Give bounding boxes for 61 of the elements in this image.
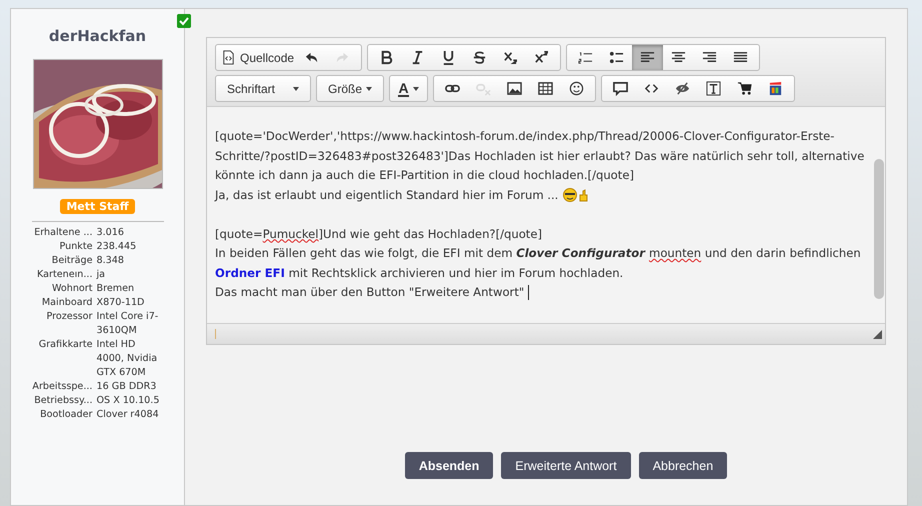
stat-value: Intel HD 4000, Nvidia GTX 670M xyxy=(96,338,158,380)
table-icon xyxy=(538,81,553,96)
user-badge: Mett Staff xyxy=(60,199,135,214)
stat-value: 238.445 xyxy=(96,240,138,254)
sub-icon xyxy=(503,50,518,65)
stat-label: Punkte xyxy=(58,240,92,254)
emoji-icon xyxy=(562,188,590,202)
quote-icon xyxy=(613,81,628,96)
justify-icon xyxy=(733,50,748,65)
center-icon xyxy=(671,50,686,65)
editor-text-line: [quote='DocWerder','https://www.hackintosh-forum.de/index.php/Thread/20006-Clover-Configurator-Erste-Schritte/?postID=326483#post326483']Das Hochladen ist hier erlaubt? Das wäre natürlich sehr toll, alternative könnte ich dann ja auch die EFI-Partition in die cloud hochladen.[/quote] xyxy=(215,128,865,184)
stat-label: Prozessor xyxy=(46,310,92,324)
editor-text-line: Ja, das ist erlaubt und eigentlich Standard hier im Forum ... xyxy=(215,186,865,205)
ol-icon xyxy=(578,50,594,65)
toolbar-button[interactable] xyxy=(632,45,664,70)
smiley-icon xyxy=(569,81,584,96)
scrollbar-thumb[interactable] xyxy=(874,159,884,299)
form-button[interactable]: Absenden xyxy=(404,452,494,479)
stat-value: Clover r4084 xyxy=(96,408,160,422)
dropdown-button[interactable]: Schriftart xyxy=(219,76,307,101)
tt-icon xyxy=(706,81,721,96)
stat-value: ja xyxy=(96,268,106,282)
source-icon xyxy=(221,50,236,65)
image-icon xyxy=(507,81,522,96)
form-button[interactable]: Abbrechen xyxy=(638,452,728,479)
dropdown-button[interactable]: Größe xyxy=(320,76,380,101)
editor-text-line: [quote=Pumuckel]Und wie geht das Hochladen?[/quote] xyxy=(215,226,543,242)
stat-value: X870-11D xyxy=(96,296,146,310)
stat-label: Mainboard xyxy=(40,296,92,310)
stat-label: Erhaltene ... xyxy=(33,226,92,240)
stat-label: Wohnort xyxy=(50,282,92,296)
stat-label: Beiträge xyxy=(50,254,92,268)
stat-value: 16 GB DDR3 xyxy=(96,380,158,394)
strike-icon xyxy=(472,50,488,65)
sup-icon xyxy=(534,50,550,65)
stat-value: 3.016 xyxy=(96,226,125,240)
form-button[interactable]: Erweiterte Antwort xyxy=(501,452,631,479)
editor-text-line: Das macht man über den Button "Erweitere Antwort" xyxy=(215,283,865,302)
stat-value: Intel Core i7-3610QM xyxy=(96,310,160,338)
font-color-button[interactable]: A xyxy=(393,76,424,101)
link[interactable]: Ordner EFI xyxy=(215,266,285,280)
right-icon xyxy=(702,50,718,65)
username[interactable]: derHackfan xyxy=(48,27,146,45)
stat-label: Arbeitsspe... xyxy=(31,380,92,394)
bold-icon xyxy=(379,50,394,65)
stat-label: Bootloader xyxy=(39,408,92,422)
stat-value: Bremen xyxy=(96,282,136,296)
left-icon xyxy=(640,50,656,65)
ul-icon xyxy=(609,50,624,65)
stat-label: Grafikkarte xyxy=(38,338,92,352)
editor-text-line: In beiden Fällen geht das wie folgt, die EFI mit dem Clover Configurator mounten und den darin befindlichen Ordner EFI mit Rechtsklick archivieren und hier im Forum hochladen. xyxy=(215,245,862,282)
stat-label: Karteneın... xyxy=(36,268,92,282)
media-icon xyxy=(768,81,783,96)
spoiler-icon xyxy=(675,81,690,96)
resize-handle-icon[interactable] xyxy=(873,330,882,338)
cart-icon xyxy=(737,81,752,96)
unlink-icon xyxy=(476,81,491,96)
stat-label: Betriebssy... xyxy=(33,394,92,408)
toolbar-button[interactable]: Quellcode xyxy=(219,45,296,70)
stat-value: 8.348 xyxy=(96,254,125,268)
stat-value: OS X 10.10.5 xyxy=(96,394,160,408)
